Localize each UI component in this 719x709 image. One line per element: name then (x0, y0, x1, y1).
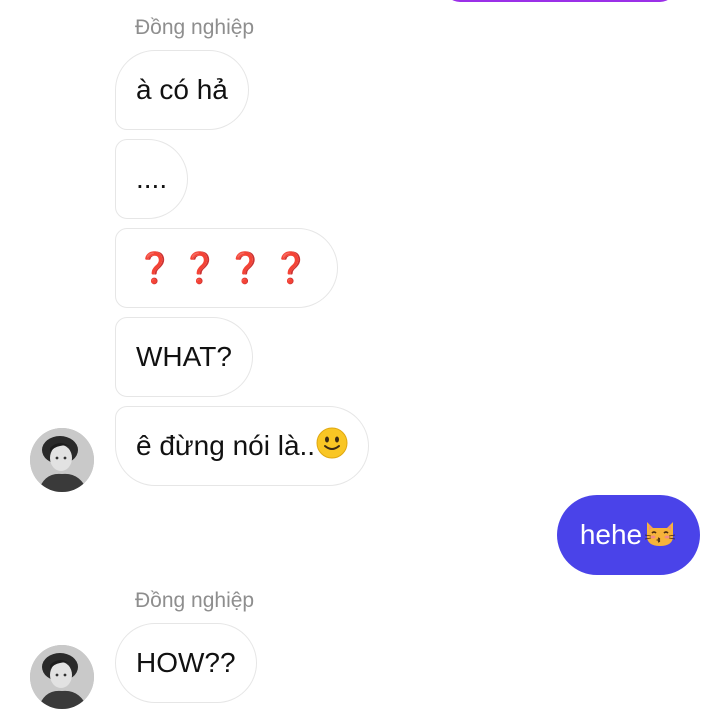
sender-name: Đồng nghiệp (135, 589, 255, 612)
incoming-message-bubble[interactable]: WHAT? (115, 317, 253, 397)
message-text: ê đừng nói là.. (136, 430, 316, 461)
slightly-smiling-face-icon (316, 427, 348, 466)
incoming-message-bubble[interactable]: .... (115, 139, 189, 219)
incoming-message-bubble[interactable]: à có hả (115, 50, 249, 130)
message-text: à có hả (136, 74, 228, 105)
message-text: ❓❓❓❓ (136, 251, 318, 285)
outgoing-message-bubble-partial[interactable] (444, 0, 676, 2)
incoming-message-bubble[interactable]: ê đừng nói là.. (115, 406, 370, 486)
avatar-photo (30, 428, 94, 492)
incoming-message-bubble[interactable]: HOW?? (115, 623, 257, 703)
outgoing-message-bubble[interactable]: hehe (557, 495, 700, 575)
message-text: hehe (579, 519, 643, 550)
message-text: HOW?? (136, 647, 236, 678)
message-text: .... (136, 163, 168, 194)
incoming-message-bubble[interactable]: ❓❓❓❓ (115, 228, 339, 308)
message-text: WHAT? (136, 341, 232, 372)
avatar[interactable] (30, 645, 94, 709)
sender-name: Đồng nghiệp (135, 16, 255, 39)
avatar-photo (30, 645, 94, 709)
kissing-cat-face-icon (643, 516, 677, 555)
avatar[interactable] (30, 428, 94, 492)
